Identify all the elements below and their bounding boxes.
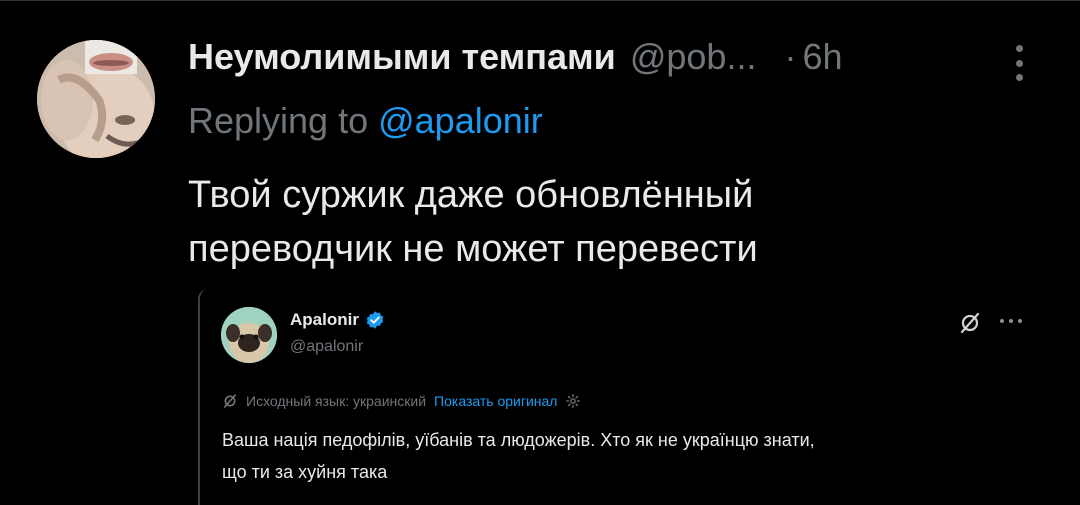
author-handle[interactable]: @pob... [630,36,757,78]
quoted-tweet-text: Ваша нація педофілів, уїбанів та людожер… [222,424,1022,488]
quoted-author-handle[interactable]: @apalonir [290,338,363,356]
verified-badge-icon [366,311,384,329]
author-avatar-image [37,40,155,158]
settings-gear-icon[interactable] [565,393,581,409]
replying-prefix: Replying to [188,100,379,141]
quoted-text-line: що ти за хуйня така [222,462,388,482]
translation-info-row: Исходный язык: украинский Показать ориги… [222,393,581,409]
quoted-text-line: Ваша нація педофілів, уїбанів та людожер… [222,430,815,450]
replying-to: Replying to @apalonir [188,100,543,142]
quoted-author-name-row[interactable]: Apalonir [290,310,385,330]
quoted-tweet-card[interactable]: Apalonir @apalonir Исходный язык: украин… [198,289,1038,505]
tweet-text-line: Твой суржик даже обновлённый [188,174,754,216]
tweet-text-line: переводчик не может перевести [188,228,758,270]
show-original-link[interactable]: Показать оригинал [434,393,557,409]
author-avatar[interactable] [37,40,155,158]
tweet-header: Неумолимыми темпами @pob... · 6h [188,36,843,82]
more-vertical-icon[interactable] [1004,42,1034,84]
top-divider [0,0,1080,1]
source-language-label: Исходный язык: украинский [246,393,427,409]
author-display-name[interactable]: Неумолимыми темпами [188,36,616,78]
replying-to-mention[interactable]: @apalonir [378,100,543,141]
translate-slash-icon[interactable] [958,311,982,335]
quoted-avatar-image [221,307,277,363]
quoted-author-avatar[interactable] [221,307,277,363]
tweet-timestamp[interactable]: 6h [802,36,842,78]
header-separator: · [784,36,797,77]
more-horizontal-icon[interactable] [1000,319,1022,325]
tweet-text: Твой суржик даже обновлённый переводчик … [188,168,1028,276]
quoted-author-display-name[interactable]: Apalonir [290,310,359,330]
translate-small-icon [223,394,237,408]
